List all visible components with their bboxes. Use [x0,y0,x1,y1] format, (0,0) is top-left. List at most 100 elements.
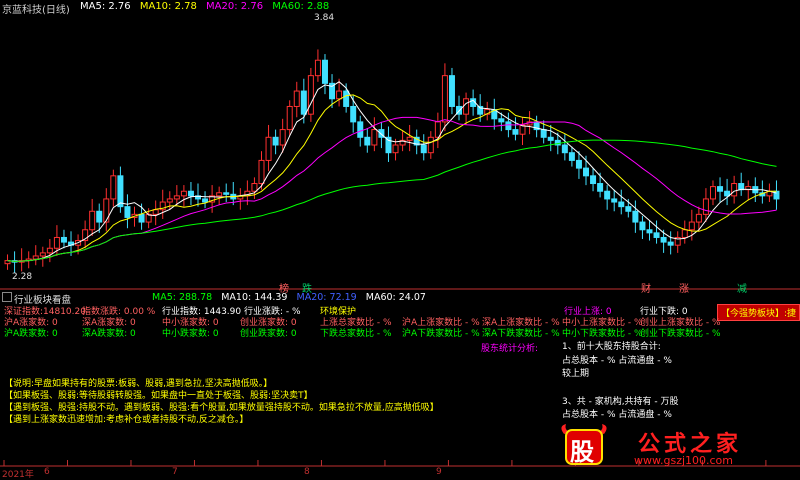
candle-body [625,206,632,212]
candle-body [406,136,413,141]
tick-8: 8 [304,467,310,477]
candle-body [96,210,103,223]
candle-body [738,183,745,191]
ma10-label: MA10: 2.78 [139,1,197,12]
candle-body [286,105,293,131]
candle-body [512,129,519,135]
shareholder-info: 1、前十大股东持股合计: 占总股本 - % 占流通盘 - % 较上期 3、共 -… [562,341,679,423]
gem-down-ratio: 创业下跌家数比 - % [640,329,721,339]
ma5-label: MA5: 2.76 [80,1,131,12]
candle-body [547,136,554,141]
candle-body [448,75,455,107]
gem-up-count: 创业涨家数: 0 [240,318,297,328]
candle-body [540,129,547,138]
candle-body [498,118,505,123]
candle-body [124,206,131,218]
candle-body [604,190,611,200]
candle-body [597,183,604,192]
notes-block: 【说明:早盘如果持有的股票:板弱、股弱,遇到急拉,坚决高抛低吸。】 【如果板强、… [4,378,439,426]
candle-body [293,90,300,107]
ma-legend: MA5: 2.76 MA10: 2.78 MA20: 2.76 MA60: 2.… [80,1,335,12]
panel-ma60: MA60: 24.07 [365,292,426,303]
marker-jian[interactable]: 减 [737,280,747,295]
candle-body [60,236,67,243]
candle-body [307,75,314,115]
sh-line-3: 较上期 [562,369,590,379]
candle-body [427,136,434,154]
sz-index: 深证指数:14810.20 [4,307,86,317]
sector-index: 行业指数: 1443.90 [162,307,242,317]
candle-body [223,192,230,195]
candle-body [350,105,357,123]
sh-line-1: 1、前十大股东持股合计: [562,342,661,352]
up-total-ratio: 上涨总家数比 - % [320,318,392,328]
sme-up-count: 中小涨家数: 0 [162,318,219,328]
candle-body [39,252,46,257]
candle-body [166,198,173,203]
candle-body [660,236,667,243]
price-low-label: 2.28 [12,272,33,282]
note-2: 【如果板强、股弱:等待股弱转股强。如果盘中一直处于板强、股弱:坚决卖T】 [4,391,313,401]
sme-down-count: 中小跌家数: 0 [162,329,219,339]
sector-down: 行业下跌: 0 [640,307,688,317]
sme-up-ratio: 中小上涨家数比 - % [562,318,643,328]
candle-body [117,175,124,208]
candle-body [152,209,159,215]
candle-body [681,229,688,238]
candle-body [618,201,625,208]
panel-title: 行业板块看盘 [14,295,72,306]
candle-body [321,59,328,84]
tick-7: 7 [172,467,178,477]
candle-body [187,190,194,197]
chart-title: 京蓝科技(日线) [2,5,70,16]
candle-body [46,247,53,254]
price-high-label: 3.84 [314,13,335,23]
candle-body [371,129,378,146]
candle-body [216,192,223,197]
sh-line-2: 占总股本 - % 占流通盘 - % [562,355,672,366]
candle-body [336,90,343,100]
candle-body [717,186,724,192]
ma-line-ma5 [7,81,777,262]
sh-down-count: 沪A跌家数: 0 [4,329,58,339]
marker-zhang[interactable]: 涨 [679,280,689,295]
panel-ma10: MA10: 144.39 [221,292,288,303]
note-4: 【遇到上涨家数迅速增加:考虑补仓或者持股不动,反之减仓。】 [4,415,249,425]
candle-body [646,229,653,234]
sector-change: 行业涨跌: - % [244,307,301,317]
candle-body [392,144,399,154]
candle-body [695,213,702,223]
candle-body [653,232,660,238]
candle-body [89,210,96,231]
candle-body [251,183,258,192]
candle-body [279,129,286,146]
candle-body [639,221,646,231]
candle-body [364,136,371,146]
sector-up: 行业上涨: 0 [564,307,612,317]
panel-ma-legend: MA5: 288.78 MA10: 144.39 MA20: 72.19 MA6… [152,292,426,303]
tick-year: 2021年 [2,470,34,480]
candle-body [53,236,60,249]
panel-collapse-icon[interactable] [2,292,12,302]
sh-line-5: 3、共 - 家机构,共持有 - 万股 [562,396,679,407]
candle-body [357,121,364,138]
panel-ma20: MA20: 72.19 [296,292,357,303]
candle-body [632,210,639,223]
candle-body [420,144,427,154]
candle-body [110,175,117,200]
candle-body [709,186,716,200]
sector-name: 环境保护 [320,307,357,317]
sz-up-ratio: 深A上涨家数比 - % [482,318,560,328]
watermark-logo: 股 公式之家 www.gszj100.com [556,422,796,470]
candle-body [441,75,448,123]
candle-body [575,159,582,169]
candle-body [568,152,575,161]
marker-cai[interactable]: 财 [641,280,651,295]
candle-body [590,175,597,185]
candle-body [103,198,110,223]
down-total-ratio: 下跌总家数比 - % [320,329,392,339]
strong-sector-tag[interactable]: 【今强势板块】:捷 [716,304,800,321]
sh-spacer [562,382,679,396]
candle-body [611,198,618,203]
candle-body [300,90,307,115]
